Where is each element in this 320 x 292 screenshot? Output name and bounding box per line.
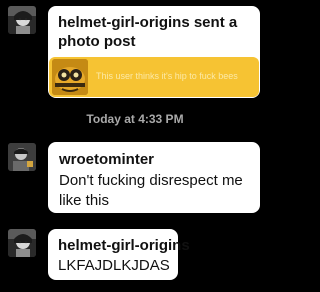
avatar-helmet-girl-origins[interactable] <box>8 229 36 257</box>
wroetominter-avatar-icon <box>8 143 36 171</box>
timestamp-divider: Today at 4:33 PM <box>86 112 184 126</box>
message-text: LKFAJDLKJDAS <box>58 257 170 274</box>
helmet-girl-avatar-icon <box>8 6 36 34</box>
message-bubble[interactable]: helmet-girl-origins sent a photo post Th… <box>48 6 260 98</box>
helmet-girl-avatar-icon <box>8 229 36 257</box>
message-text: Don't fucking disrespect me like this <box>59 172 243 209</box>
message-sender: helmet-girl-origins <box>58 237 190 254</box>
photo-post-notice: helmet-girl-origins sent a photo post <box>58 14 238 50</box>
message-sender: wroetominter <box>59 151 155 168</box>
avatar-helmet-girl-origins[interactable] <box>8 6 36 34</box>
message-bubble[interactable]: wroetominter Don't fucking disrespect me… <box>48 142 260 213</box>
bee-thumbnail-icon <box>52 59 88 95</box>
message-bubble[interactable]: helmet-girl-origins LKFAJDLKJDAS <box>48 229 190 280</box>
avatar-wroetominter[interactable] <box>8 143 36 171</box>
photo-post-card[interactable]: This user thinks it's hip to fuck bees <box>49 57 259 97</box>
photo-post-caption: This user thinks it's hip to fuck bees <box>96 71 238 81</box>
